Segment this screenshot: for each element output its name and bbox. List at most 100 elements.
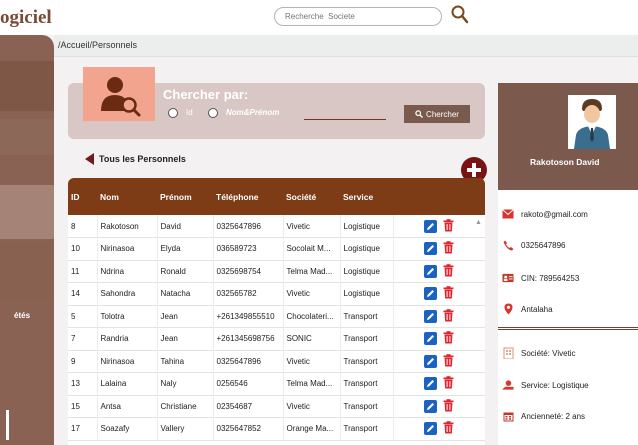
col-nom[interactable]: Nom [97, 178, 157, 215]
cell-nom: Ndrina [97, 260, 158, 283]
cell-prenom: Vallery [157, 417, 214, 440]
cell-societe: Telma Mad... [283, 260, 341, 283]
cell-nom: Lalaina [97, 372, 158, 395]
cell-prenom: David [157, 215, 214, 238]
edit-icon[interactable] [423, 287, 437, 301]
col-service[interactable]: Service [340, 178, 393, 215]
cell-id: 8 [68, 215, 98, 238]
table-row[interactable]: 17 Soazafy Vallery 0325647852 Orange Ma... Tr… [68, 417, 485, 440]
cell-prenom: Christiane [157, 395, 214, 418]
scroll-up-arrow[interactable]: ▲ [475, 219, 483, 227]
search-input[interactable] [274, 7, 442, 26]
search-icon[interactable] [451, 5, 469, 25]
cell-societe: Vivetic [283, 395, 341, 418]
table-row[interactable]: 15 Antsa Christiane 02354687 Vivetic Transpor… [68, 395, 485, 418]
calendar-icon [502, 410, 514, 422]
all-personnels-link[interactable]: Tous les Personnels [85, 153, 186, 165]
radio-id[interactable] [168, 108, 178, 118]
app-logo: ogiciel [0, 7, 52, 28]
edit-icon[interactable] [423, 264, 437, 278]
sidebar-item-personnels[interactable] [0, 185, 54, 239]
delete-icon[interactable] [443, 398, 454, 414]
cell-actions [393, 283, 485, 306]
card-anciennete-row: Ancienneté: 2 ans [502, 410, 585, 422]
col-id[interactable]: ID [68, 178, 97, 215]
delete-icon[interactable] [443, 241, 454, 256]
cell-societe: SONIC [283, 327, 341, 350]
cell-prenom: Jean [157, 327, 214, 350]
personnel-detail-card: Rakotoson David rakoto@gmail.com 0325647… [498, 83, 638, 445]
table-row[interactable]: 9 Nirinasoa Tahina 0325647896 Vivetic Transpo… [68, 350, 485, 373]
edit-icon[interactable] [423, 242, 437, 256]
cell-prenom: Elyda [157, 237, 214, 260]
col-societe[interactable]: Société [283, 178, 340, 215]
cell-nom: Soazafy [97, 417, 158, 440]
sidebar-bottom-icon [6, 410, 20, 440]
cell-actions [393, 373, 485, 396]
cell-telephone: 036589723 [213, 237, 284, 260]
cell-telephone: 0325698754 [213, 260, 284, 283]
table-row[interactable]: 11 Ndrina Ronald 0325698754 Telma Mad... Logi… [68, 260, 485, 283]
cell-actions [393, 260, 485, 283]
search-panel-title: Chercher par: [163, 87, 249, 102]
cell-prenom: Tahina [157, 350, 214, 373]
card-location-row: Antalaha [502, 303, 553, 315]
card-service-row: Service: Logistique [502, 379, 589, 391]
delete-icon[interactable] [443, 286, 454, 301]
edit-icon[interactable] [423, 399, 437, 413]
cell-telephone: 0256546 [213, 372, 284, 395]
radio-name[interactable] [208, 108, 218, 118]
breadcrumb: /Accueil/Personnels [58, 40, 138, 50]
cell-societe: Vivetic [283, 282, 341, 305]
cell-societe: Chocolateri... [283, 305, 341, 328]
edit-icon[interactable] [423, 422, 437, 436]
search-button[interactable]: Chercher [404, 105, 470, 123]
table-header: ID Nom Prénom Téléphone Société Service [68, 178, 485, 215]
card-phone-row: 0325647896 [502, 239, 566, 251]
table-row[interactable]: 14 Sahondra Natacha 032565782 Vivetic Logisti… [68, 282, 485, 306]
sidebar-item-societes[interactable]: étés [14, 311, 30, 320]
delete-icon[interactable] [443, 263, 454, 279]
radio-id-label: Id [186, 108, 193, 117]
cell-telephone: 0325647896 [213, 350, 284, 373]
card-societe-row: Société: Vivetic [502, 347, 576, 359]
table-row[interactable]: 13 Lalaina Naly 0256546 Telma Mad... Transpor… [68, 372, 485, 396]
cell-service: Transport [340, 305, 394, 328]
search-user-icon [83, 67, 155, 121]
delete-icon[interactable] [443, 308, 454, 324]
cell-prenom: Natacha [157, 282, 214, 305]
search-text-underline[interactable] [304, 119, 386, 120]
delete-icon[interactable] [443, 376, 454, 391]
delete-icon[interactable] [443, 421, 454, 436]
table-row[interactable]: 8 Rakotoson David 0325647896 Vivetic Logistiq… [68, 215, 485, 238]
cell-service: Transport [340, 372, 394, 395]
edit-icon[interactable] [423, 354, 437, 368]
cell-societe: Telma Mad... [283, 372, 341, 395]
col-actions [393, 178, 485, 215]
delete-icon[interactable] [443, 218, 454, 234]
phone-icon [502, 239, 514, 251]
col-prenom[interactable]: Prénom [157, 178, 213, 215]
card-cin-row: CIN: 789564253 [502, 272, 579, 284]
sidebar-item-4[interactable] [0, 243, 54, 299]
card-divider [498, 327, 638, 330]
cell-telephone: +261345698756 [213, 327, 284, 350]
sidebar-item-1[interactable] [0, 61, 54, 111]
delete-icon[interactable] [443, 331, 454, 346]
delete-icon[interactable] [443, 353, 454, 369]
sidebar-item-2[interactable] [0, 119, 54, 155]
cell-id: 9 [68, 350, 98, 373]
cell-id: 5 [68, 305, 98, 328]
top-bar: ogiciel [0, 0, 638, 35]
table-row[interactable]: 10 Nirinasoa Elyda 036589723 Socolait M... Lo… [68, 237, 485, 260]
edit-icon[interactable] [423, 219, 437, 233]
edit-icon[interactable] [423, 332, 437, 346]
building-icon [502, 347, 514, 359]
edit-icon[interactable] [423, 309, 437, 323]
cell-id: 15 [68, 395, 98, 418]
table-row[interactable]: 5 Tolotra Jean +261349855510 Chocolateri... T… [68, 305, 485, 328]
cell-prenom: Ronald [157, 260, 214, 283]
col-telephone[interactable]: Téléphone [213, 178, 283, 215]
table-row[interactable]: 7 Randria Jean +261345698756 SONIC Transport [68, 327, 485, 350]
edit-icon[interactable] [423, 377, 437, 391]
